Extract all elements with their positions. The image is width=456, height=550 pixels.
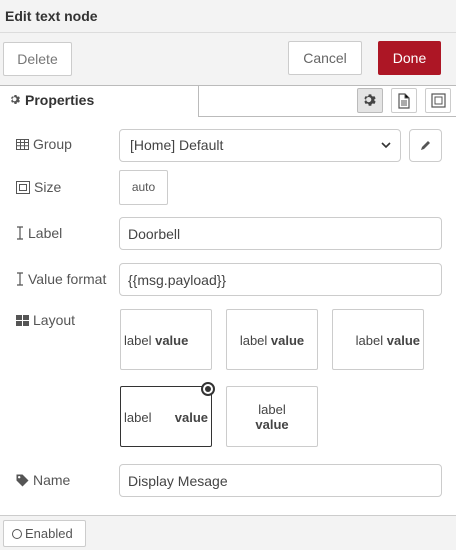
done-button[interactable]: Done: [378, 41, 441, 75]
text-cursor-icon: [17, 272, 23, 286]
layout-option-value: value: [155, 333, 189, 348]
group-label: Group: [16, 136, 72, 152]
layout-option-row-spread[interactable]: label value: [120, 382, 215, 447]
tab-settings[interactable]: [357, 88, 383, 113]
name-label: Name: [16, 472, 70, 488]
tab-properties[interactable]: Properties: [0, 86, 199, 117]
layout-option-label: label: [258, 402, 286, 417]
gear-icon: [10, 94, 21, 108]
tab-properties-label: Properties: [25, 92, 95, 108]
text-cursor-icon: [17, 226, 23, 240]
tab-description[interactable]: [391, 88, 417, 113]
chevron-down-icon: [381, 142, 391, 149]
group-select-value: [Home] Default: [130, 137, 224, 153]
value-format-label: Value format: [16, 271, 106, 287]
layout-option-row-left[interactable]: label value: [120, 309, 212, 370]
label-label: Label: [16, 225, 62, 241]
layout-option-value: value: [174, 410, 208, 425]
delete-button[interactable]: Delete: [3, 42, 72, 76]
enabled-label: Enabled: [25, 526, 73, 541]
layout-option-label: label: [355, 333, 384, 348]
button-bar: Delete Cancel Done: [0, 33, 456, 86]
layout-option-value: value: [255, 417, 289, 432]
edit-group-button[interactable]: [409, 129, 442, 162]
layout-option-value: value: [386, 333, 420, 348]
table-icon: [16, 138, 29, 150]
tab-appearance[interactable]: [425, 88, 451, 113]
name-input[interactable]: Display Mesage: [119, 464, 442, 497]
layout-option-row-right[interactable]: label value: [332, 309, 424, 370]
grid-icon: [16, 314, 29, 326]
layout-option-row-center[interactable]: label value: [226, 309, 318, 370]
layout-label: Layout: [16, 312, 75, 328]
tabs-divider: [199, 116, 456, 117]
resize-icon: [16, 180, 30, 194]
pencil-icon: [421, 141, 430, 150]
layout-option-column-center[interactable]: label value: [226, 386, 318, 447]
value-format-input[interactable]: {{msg.payload}}: [119, 263, 442, 296]
gear-icon: [364, 94, 376, 106]
layout-option-label: label: [239, 333, 268, 348]
layout-option-value: value: [270, 333, 305, 348]
document-icon: [398, 93, 410, 109]
circle-icon: [12, 529, 22, 539]
dialog-title: Edit text node: [0, 0, 456, 33]
selected-radio-icon: [201, 382, 215, 396]
cancel-button[interactable]: Cancel: [288, 41, 362, 75]
footer-bar: Enabled: [0, 515, 456, 550]
size-label: Size: [16, 179, 61, 195]
size-button[interactable]: auto: [119, 170, 168, 205]
layout-option-label: label: [124, 333, 152, 348]
tag-icon: [16, 474, 29, 486]
frame-icon: [431, 93, 446, 108]
layout-option-label: label: [124, 410, 152, 425]
label-input[interactable]: Doorbell: [119, 217, 442, 250]
tab-bar: Properties: [0, 86, 456, 117]
group-select[interactable]: [Home] Default: [119, 129, 401, 162]
enabled-toggle[interactable]: Enabled: [3, 520, 86, 547]
